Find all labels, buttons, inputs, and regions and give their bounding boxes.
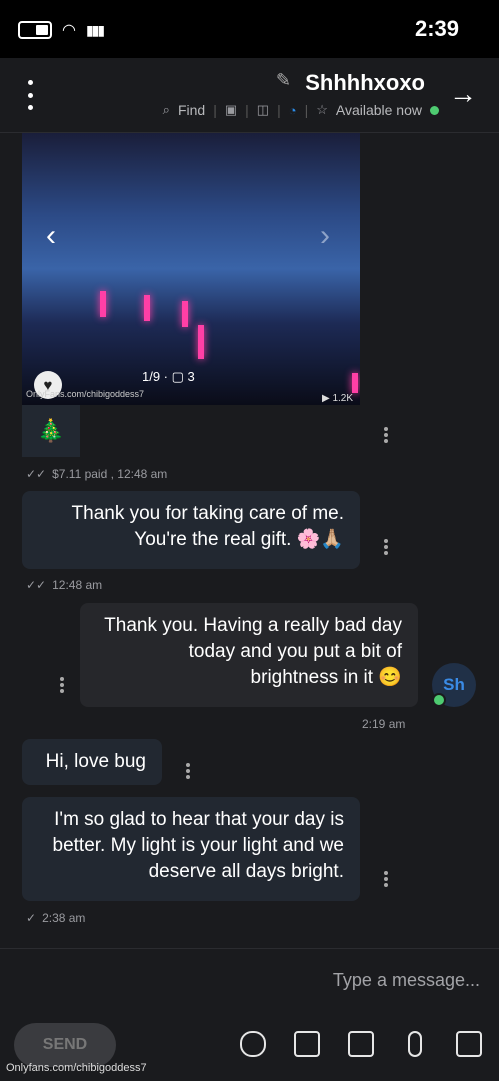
image-upload-icon[interactable] bbox=[456, 1031, 482, 1057]
more-options-icon[interactable] bbox=[22, 80, 38, 110]
message-options-icon[interactable] bbox=[384, 871, 388, 887]
avatar[interactable]: Sh bbox=[432, 663, 476, 707]
availability-status: Available now bbox=[335, 102, 422, 118]
message-options-icon[interactable] bbox=[384, 427, 388, 443]
message-input[interactable] bbox=[22, 963, 482, 997]
tag-icon[interactable]: ◫ bbox=[257, 102, 269, 118]
read-receipt-icon: ✓✓ bbox=[26, 467, 47, 481]
emoji-message: 🎄 bbox=[22, 405, 80, 457]
media-credit: OnlyFans.com/chibigoddess7 bbox=[26, 389, 145, 399]
contact-name: Shhhhxoxo bbox=[305, 70, 425, 95]
message-bubble: Hi, love bug bbox=[22, 739, 162, 785]
online-indicator bbox=[430, 105, 439, 115]
carousel-next-icon[interactable]: › bbox=[320, 219, 330, 253]
carousel-prev-icon[interactable]: ‹ bbox=[46, 219, 56, 253]
vault-media-icon[interactable] bbox=[348, 1031, 374, 1057]
composer-toolbar bbox=[240, 1031, 482, 1057]
watermark: Onlyfans.com/chibigoddess7 bbox=[6, 1062, 147, 1074]
battery-icon bbox=[18, 21, 52, 39]
edit-name-icon[interactable]: ✎ bbox=[276, 70, 291, 91]
message-list[interactable]: ‹ › 1/9 · ▢ 3 ♥ OnlyFans.com/chibigoddes… bbox=[0, 133, 499, 948]
chat-header: ✎ Shhhhxoxo → ⌕ Find | ▣ | ◫ | ◔ | ☆ Ava… bbox=[0, 58, 499, 133]
send-button[interactable]: SEND bbox=[14, 1023, 116, 1067]
star-icon[interactable]: ☆ bbox=[316, 102, 328, 118]
microphone-icon[interactable] bbox=[408, 1031, 422, 1057]
message-options-icon[interactable] bbox=[384, 539, 388, 555]
find-icon[interactable]: ⌕ bbox=[163, 102, 170, 118]
status-time: 2:39 bbox=[414, 16, 459, 41]
media-carousel[interactable]: ‹ › 1/9 · ▢ 3 ♥ OnlyFans.com/chibigoddes… bbox=[22, 133, 360, 405]
message-meta: ✓✓ $7.11 paid , 12:48 am bbox=[26, 467, 168, 481]
read-receipt-icon: ✓ bbox=[26, 911, 37, 925]
status-icons: ◠ ▮▮▮ bbox=[18, 20, 105, 40]
message-meta: ✓ 2:38 am bbox=[26, 911, 86, 925]
gallery-icon[interactable]: ▣ bbox=[225, 102, 237, 118]
notification-bell-icon[interactable]: ◔ bbox=[289, 103, 297, 118]
back-arrow-icon[interactable]: → bbox=[449, 78, 477, 110]
message-bubble: Thank you. Having a really bad day today… bbox=[80, 603, 418, 707]
message-options-icon[interactable] bbox=[186, 763, 190, 779]
read-receipt-icon: ✓✓ bbox=[26, 578, 47, 592]
schedule-calendar-icon[interactable] bbox=[294, 1031, 320, 1057]
price-tag-icon[interactable] bbox=[240, 1031, 266, 1057]
message-bubble: Thank you for taking care of me. You're … bbox=[22, 491, 360, 569]
find-link[interactable]: Find bbox=[178, 102, 205, 118]
signal-icon: ▮▮▮ bbox=[85, 21, 105, 38]
status-bar: ◠ ▮▮▮ 2:39 bbox=[0, 0, 499, 58]
message-meta: 2:19 am bbox=[362, 717, 406, 731]
media-counter: 1/9 · ▢ 3 bbox=[142, 369, 195, 384]
header-subbar: ⌕ Find | ▣ | ◫ | ◔ | ☆ Available now bbox=[163, 102, 439, 118]
message-options-icon[interactable] bbox=[60, 677, 64, 693]
message-meta: ✓✓ 12:48 am bbox=[26, 578, 103, 592]
media-views: ▶ 1.2K bbox=[322, 393, 354, 404]
message-bubble: I'm so glad to hear that your day is bet… bbox=[22, 797, 360, 901]
wifi-icon: ◠ bbox=[62, 22, 76, 39]
